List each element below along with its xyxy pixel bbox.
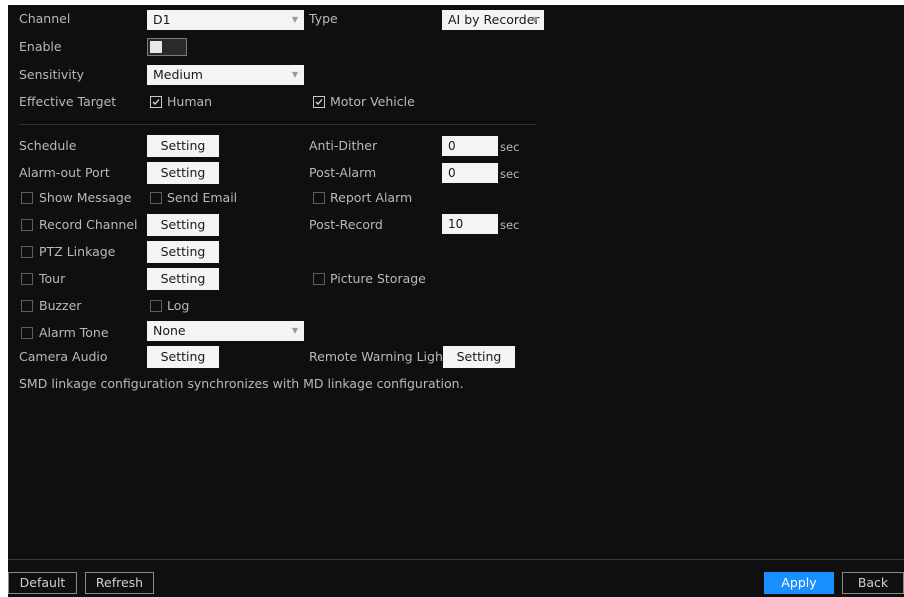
type-label: Type (309, 11, 338, 26)
linkage-note: SMD linkage configuration synchronizes w… (19, 376, 464, 391)
buzzer-checkbox[interactable] (21, 300, 33, 312)
alarm-out-port-label: Alarm-out Port (19, 165, 110, 180)
post-alarm-input[interactable]: 0 (442, 163, 498, 183)
alarm-out-port-setting-button[interactable]: Setting (147, 162, 219, 184)
picture-storage-label: Picture Storage (330, 271, 426, 286)
ptz-linkage-checkbox[interactable] (21, 246, 33, 258)
tour-label: Tour (39, 271, 66, 286)
tour-checkbox[interactable] (21, 273, 33, 285)
apply-button[interactable]: Apply (764, 572, 834, 594)
anti-dither-label: Anti-Dither (309, 138, 378, 153)
enable-toggle[interactable] (147, 38, 187, 56)
ptz-linkage-setting-button[interactable]: Setting (147, 241, 219, 263)
check-icon (315, 99, 323, 105)
smd-config-panel: Channel D1 ▼ Type AI by Recorder ▼ Enabl… (8, 5, 904, 597)
chevron-down-icon: ▼ (291, 326, 298, 335)
chevron-down-icon: ▼ (291, 70, 298, 79)
camera-audio-setting-button[interactable]: Setting (147, 346, 219, 368)
sensitivity-label: Sensitivity (19, 67, 85, 82)
sensitivity-value: Medium (153, 67, 203, 82)
enable-label: Enable (19, 39, 62, 54)
post-alarm-label: Post-Alarm (309, 165, 377, 180)
show-message-checkbox[interactable] (21, 192, 33, 204)
post-record-label: Post-Record (309, 217, 383, 232)
camera-audio-label: Camera Audio (19, 349, 108, 364)
motor-vehicle-checkbox[interactable] (313, 96, 325, 108)
post-record-input[interactable]: 10 (442, 214, 498, 234)
channel-select[interactable]: D1 ▼ (147, 10, 304, 30)
log-label: Log (167, 298, 190, 313)
report-alarm-checkbox[interactable] (313, 192, 325, 204)
send-email-checkbox[interactable] (150, 192, 162, 204)
post-alarm-unit: sec (500, 167, 520, 181)
tour-setting-button[interactable]: Setting (147, 268, 219, 290)
section-divider (19, 124, 536, 125)
sensitivity-select[interactable]: Medium ▼ (147, 65, 304, 85)
remote-warning-light-setting-button[interactable]: Setting (443, 346, 515, 368)
type-select[interactable]: AI by Recorder ▼ (442, 10, 544, 30)
alarm-tone-checkbox[interactable] (21, 327, 33, 339)
report-alarm-label: Report Alarm (330, 190, 413, 205)
channel-value: D1 (153, 12, 171, 27)
picture-storage-checkbox[interactable] (313, 273, 325, 285)
alarm-tone-select[interactable]: None ▼ (147, 321, 304, 341)
chevron-down-icon: ▼ (531, 15, 538, 24)
show-message-label: Show Message (39, 190, 132, 205)
buzzer-label: Buzzer (39, 298, 82, 313)
motor-vehicle-label: Motor Vehicle (330, 94, 415, 109)
post-record-unit: sec (500, 218, 520, 232)
human-label: Human (167, 94, 213, 109)
channel-label: Channel (19, 11, 71, 26)
human-checkbox[interactable] (150, 96, 162, 108)
ptz-linkage-label: PTZ Linkage (39, 244, 116, 259)
schedule-setting-button[interactable]: Setting (147, 135, 219, 157)
chevron-down-icon: ▼ (291, 15, 298, 24)
alarm-tone-value: None (153, 323, 186, 338)
send-email-label: Send Email (167, 190, 238, 205)
back-button[interactable]: Back (842, 572, 904, 594)
schedule-label: Schedule (19, 138, 77, 153)
check-icon (152, 99, 160, 105)
toggle-knob (150, 41, 162, 53)
alarm-tone-label: Alarm Tone (39, 325, 109, 340)
log-checkbox[interactable] (150, 300, 162, 312)
record-channel-setting-button[interactable]: Setting (147, 214, 219, 236)
effective-target-label: Effective Target (19, 94, 117, 109)
remote-warning-light-label: Remote Warning Light (309, 349, 448, 364)
refresh-button[interactable]: Refresh (85, 572, 154, 594)
record-channel-label: Record Channel (39, 217, 138, 232)
record-channel-checkbox[interactable] (21, 219, 33, 231)
footer-divider (8, 559, 904, 560)
anti-dither-unit: sec (500, 140, 520, 154)
default-button[interactable]: Default (8, 572, 77, 594)
type-value: AI by Recorder (448, 12, 540, 27)
anti-dither-input[interactable]: 0 (442, 136, 498, 156)
